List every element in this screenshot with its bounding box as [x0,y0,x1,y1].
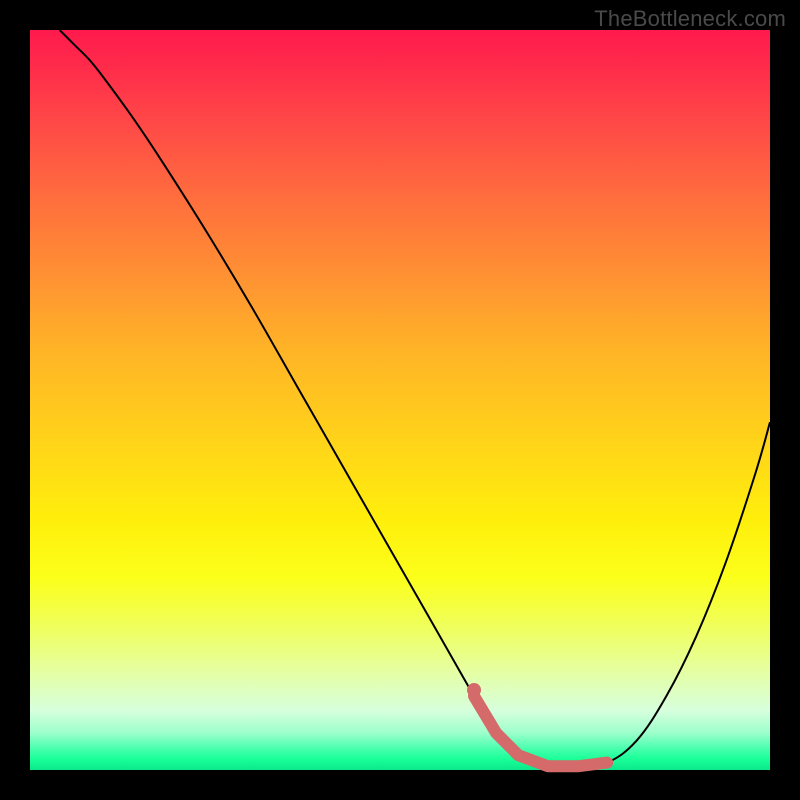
curve-svg [30,30,770,770]
highlight-segment [474,696,607,766]
plot-area [30,30,770,770]
highlight-start-dot [467,683,481,697]
chart-container: TheBottleneck.com [0,0,800,800]
watermark-text: TheBottleneck.com [594,6,786,32]
bottleneck-curve [60,30,770,767]
